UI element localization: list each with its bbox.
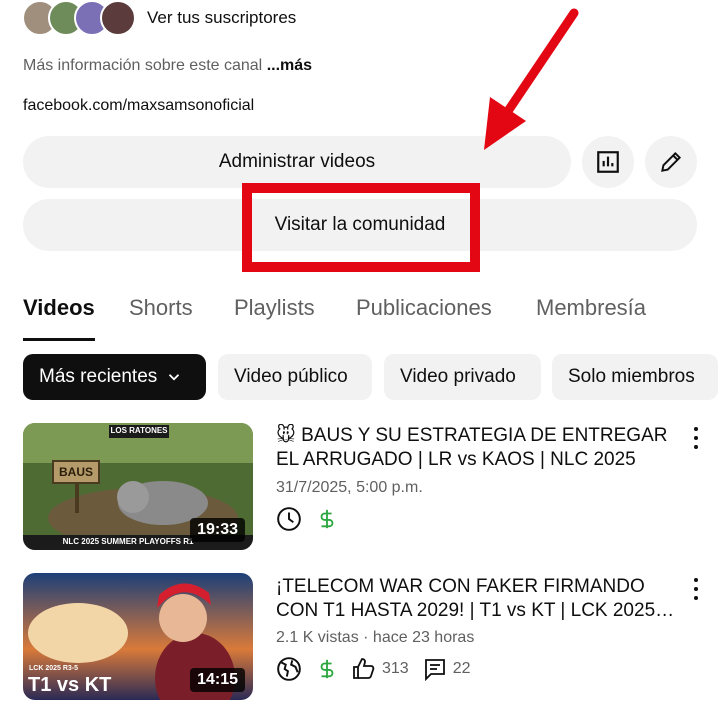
- comments-count: 22: [452, 660, 471, 677]
- thumbnail-sign-text: BAUS: [58, 465, 93, 479]
- channel-more-info[interactable]: Más información sobre este canal ...más: [23, 57, 312, 75]
- likes-stat: 313: [352, 657, 409, 681]
- thumbnail-top-text: LOS RATONES: [110, 426, 168, 435]
- edit-channel-button[interactable]: [645, 136, 697, 188]
- comments-stat: 22: [423, 657, 471, 681]
- thumbnail-big-text: T1 vs KT: [28, 674, 112, 696]
- chip-members-only[interactable]: Solo miembros: [552, 354, 718, 400]
- tab-shorts[interactable]: Shorts: [129, 295, 193, 321]
- chip-label: Más recientes: [39, 366, 158, 387]
- video-thumbnail[interactable]: LCK 2025 R3-5 T1 vs KT 14:15: [23, 573, 253, 700]
- video-title[interactable]: 🐭 BAUS Y SU ESTRATEGIA DE ENTREGAR EL AR…: [276, 424, 676, 472]
- more-info-text: Más información sobre este canal: [23, 57, 263, 74]
- video-status-icons: [276, 505, 338, 533]
- more-options-icon[interactable]: [686, 576, 706, 602]
- chevron-down-icon: [169, 374, 180, 381]
- tab-membresia[interactable]: Membresía: [536, 295, 646, 321]
- thumbnail-bottom-text: NLC 2025 SUMMER PLAYOFFS R1: [62, 537, 194, 546]
- active-tab-indicator: [23, 338, 95, 341]
- thumbnail-small-text: LCK 2025 R3-5: [29, 665, 79, 672]
- tab-publicaciones[interactable]: Publicaciones: [356, 295, 492, 321]
- chip-public-video[interactable]: Video público: [218, 354, 372, 400]
- tab-videos[interactable]: Videos: [23, 295, 95, 321]
- tab-playlists[interactable]: Playlists: [234, 295, 315, 321]
- annotation-arrow: [484, 8, 579, 150]
- facebook-link[interactable]: facebook.com/maxsamsonoficial: [23, 97, 254, 115]
- view-subscribers-link[interactable]: Ver tus suscriptores: [147, 8, 296, 28]
- chip-private-video[interactable]: Video privado: [384, 354, 541, 400]
- chip-most-recent[interactable]: Más recientes: [23, 354, 206, 400]
- video-duration: 14:15: [190, 668, 245, 692]
- video-thumbnail[interactable]: LOS RATONES BAUS NLC 2025 SUMMER PLAYOFF…: [23, 423, 253, 550]
- manage-videos-label: Administrar videos: [218, 151, 376, 172]
- more-info-link[interactable]: ...más: [267, 57, 312, 74]
- highlight-box: [242, 183, 480, 272]
- video-status-icons: 313 22: [276, 655, 471, 683]
- more-options-icon[interactable]: [686, 425, 706, 451]
- clock-icon: [277, 507, 301, 531]
- subscriber-avatars[interactable]: [22, 0, 138, 36]
- thumbs-up-icon: [353, 658, 375, 679]
- video-meta: 31/7/2025, 5:00 p.m.: [276, 479, 423, 496]
- avatar: [100, 0, 136, 36]
- chip-label: Video público: [234, 366, 348, 387]
- dollar-icon: [320, 659, 334, 679]
- chip-label: Video privado: [400, 366, 516, 387]
- video-duration: 19:33: [190, 518, 245, 542]
- video-meta: 2.1 K vistas · hace 23 horas: [276, 629, 475, 646]
- chip-label: Solo miembros: [568, 366, 695, 387]
- likes-count: 313: [382, 660, 409, 677]
- bar-chart-icon: [597, 151, 619, 173]
- dollar-icon: [320, 509, 334, 529]
- video-title[interactable]: ¡TELECOM WAR CON FAKER FIRMANDO CON T1 H…: [276, 575, 676, 623]
- pencil-icon: [661, 151, 682, 172]
- comment-icon: [424, 659, 445, 681]
- globe-icon: [277, 657, 301, 681]
